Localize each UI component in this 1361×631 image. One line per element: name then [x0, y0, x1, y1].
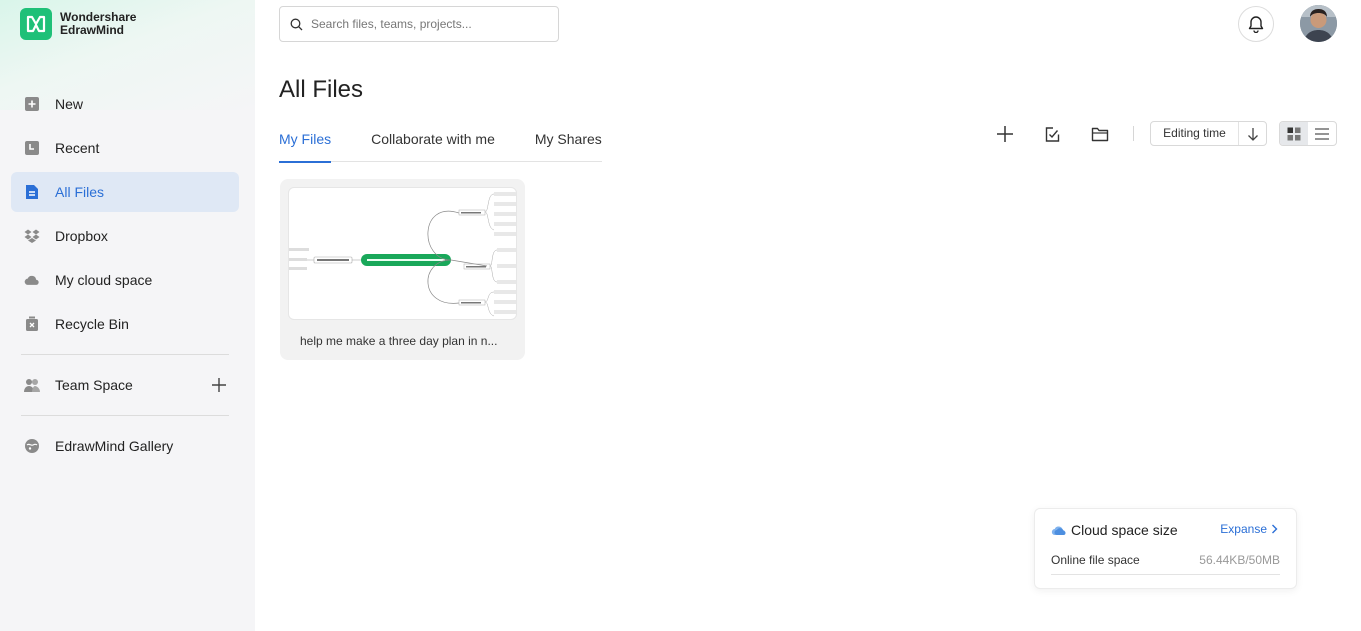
sidebar-divider: [21, 354, 229, 355]
gallery-icon: [24, 438, 40, 454]
grid-view-icon: [1287, 127, 1301, 140]
cloud-space-header: Cloud space size: [1051, 522, 1178, 538]
sidebar-item-label: My cloud space: [55, 272, 153, 288]
cloud-space-title: Cloud space size: [1071, 522, 1178, 538]
brand-line-2: EdrawMind: [60, 23, 125, 37]
clock-icon: [24, 140, 40, 156]
chevron-right-icon: [1272, 524, 1278, 534]
sidebar-item-label: All Files: [55, 184, 105, 200]
edrawmind-logo-icon: [20, 8, 52, 40]
plus-icon: [212, 378, 226, 392]
sidebar-divider: [21, 415, 229, 416]
arrow-down-icon: [1247, 127, 1258, 141]
dropbox-icon: [24, 228, 40, 244]
search-icon: [290, 18, 303, 31]
sidebar: Wondershare EdrawMind New Recent All Fil…: [0, 0, 255, 631]
page-title: All Files: [279, 76, 364, 103]
plus-icon: [997, 126, 1013, 142]
document-icon: [24, 184, 40, 200]
user-avatar-icon: [1300, 5, 1337, 42]
add-team-button[interactable]: [211, 377, 227, 393]
file-card[interactable]: help me make a three day plan in n...: [280, 179, 525, 360]
sidebar-item-label: New: [55, 96, 84, 112]
sidebar-item-label: EdrawMind Gallery: [55, 438, 174, 454]
team-icon: [24, 377, 40, 393]
sidebar-item-dropbox[interactable]: Dropbox: [11, 216, 239, 256]
online-file-space-value: 56.44KB/50MB: [1199, 553, 1280, 567]
import-button[interactable]: [1038, 120, 1066, 148]
sidebar-nav: New Recent All Files Dropbox My cloud sp…: [11, 84, 239, 470]
tab-collaborate-with-me[interactable]: Collaborate with me: [371, 122, 495, 162]
list-view-button[interactable]: [1308, 122, 1336, 145]
view-toggle: [1279, 121, 1337, 146]
notifications-button[interactable]: [1238, 6, 1274, 42]
trash-icon: [24, 316, 40, 332]
search-input[interactable]: [311, 17, 531, 31]
file-name: help me make a three day plan in n...: [300, 334, 498, 348]
file-tabs: My Files Collaborate with me My Shares: [279, 122, 602, 163]
list-view-icon: [1315, 127, 1329, 140]
mindmap-preview-icon: [289, 192, 516, 317]
sidebar-item-label: Team Space: [55, 377, 133, 393]
sidebar-item-all-files[interactable]: All Files: [11, 172, 239, 212]
open-folder-button[interactable]: [1086, 120, 1114, 148]
new-file-button[interactable]: [991, 120, 1019, 148]
brand-name: Wondershare EdrawMind: [60, 11, 136, 37]
sidebar-item-recent[interactable]: Recent: [11, 128, 239, 168]
sidebar-item-label: Recent: [55, 140, 100, 156]
sort-by-dropdown[interactable]: Editing time: [1151, 122, 1239, 145]
sort-control: Editing time: [1150, 121, 1267, 146]
sidebar-item-my-cloud-space[interactable]: My cloud space: [11, 260, 239, 300]
bell-icon: [1248, 16, 1264, 33]
toolbar-separator: [1133, 126, 1134, 141]
sidebar-item-gallery[interactable]: EdrawMind Gallery: [11, 426, 239, 466]
new-file-icon: [24, 96, 40, 112]
sidebar-item-team-space[interactable]: Team Space: [11, 365, 239, 405]
search-box[interactable]: [279, 6, 559, 42]
expand-storage-link[interactable]: Expanse: [1220, 522, 1278, 536]
grid-view-button[interactable]: [1280, 122, 1308, 145]
import-icon: [1045, 126, 1059, 142]
cloud-space-panel: Cloud space size Expanse Online file spa…: [1034, 508, 1297, 589]
expand-label: Expanse: [1220, 522, 1267, 536]
file-thumbnail: [288, 187, 517, 320]
folder-icon: [1091, 127, 1109, 142]
cloud-icon: [24, 272, 40, 288]
online-file-space-row: Online file space 56.44KB/50MB: [1051, 553, 1280, 575]
sidebar-item-label: Dropbox: [55, 228, 108, 244]
tab-my-shares[interactable]: My Shares: [535, 122, 602, 162]
sidebar-item-label: Recycle Bin: [55, 316, 129, 332]
sort-direction-button[interactable]: [1239, 127, 1266, 141]
sidebar-item-recycle-bin[interactable]: Recycle Bin: [11, 304, 239, 344]
sidebar-item-new[interactable]: New: [11, 84, 239, 124]
app-logo[interactable]: Wondershare EdrawMind: [20, 8, 136, 40]
tab-my-files[interactable]: My Files: [279, 122, 332, 163]
avatar[interactable]: [1300, 5, 1337, 42]
online-file-space-label: Online file space: [1051, 553, 1140, 567]
cloud-icon: [1051, 525, 1066, 536]
